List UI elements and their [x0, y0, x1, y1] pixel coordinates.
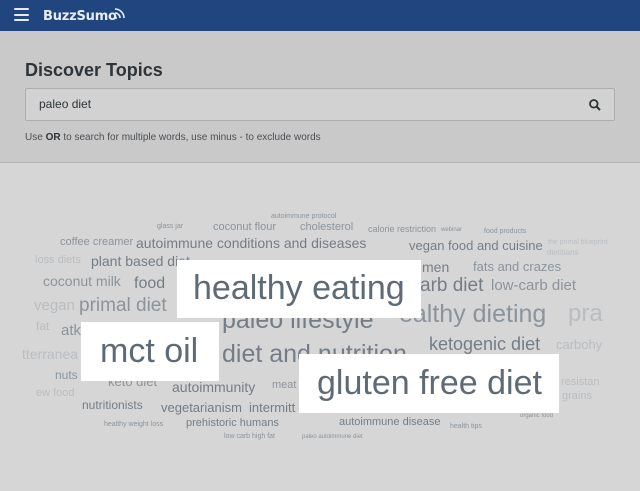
wifi-signal-icon	[114, 8, 125, 19]
cloud-word[interactable]: coffee creamer	[60, 237, 133, 248]
cloud-word[interactable]: ew food	[36, 388, 75, 399]
cloud-word[interactable]: fats and crazes	[473, 260, 561, 273]
cloud-word[interactable]: coconut flour	[213, 222, 276, 233]
search-icon[interactable]	[588, 98, 602, 112]
top-bar: BuzzSumo	[0, 0, 640, 31]
cloud-word[interactable]: autoimmunity	[172, 380, 255, 394]
cloud-word[interactable]: paleo autoimmune diet	[302, 434, 363, 440]
cloud-word[interactable]: vegan food and cuisine	[409, 239, 543, 252]
cloud-word[interactable]: carbohy	[556, 338, 602, 351]
cloud-word[interactable]: meat	[272, 380, 296, 391]
cloud-word[interactable]: primal diet	[79, 296, 167, 315]
search-box[interactable]	[25, 88, 615, 121]
logo-text: BuzzSumo	[43, 9, 117, 24]
cloud-word[interactable]: food	[134, 276, 165, 292]
cloud-word[interactable]: health tips	[450, 423, 482, 430]
buzzsumo-logo[interactable]: BuzzSumo	[43, 7, 125, 25]
cloud-word[interactable]: food products	[484, 228, 526, 235]
cloud-word[interactable]: calorie restriction	[368, 225, 436, 234]
cloud-word[interactable]: tterranea	[22, 347, 78, 361]
cloud-word[interactable]: dietitians	[547, 249, 579, 257]
cloud-word[interactable]: loss diets	[35, 255, 81, 266]
cloud-word[interactable]: nuts	[55, 369, 78, 381]
cloud-word[interactable]: the primal blueprint	[548, 239, 608, 246]
discover-topics-panel: Discover Topics Use OR to search for mul…	[0, 31, 640, 163]
cloud-word[interactable]: vegetarianism	[161, 401, 242, 414]
search-help-text: Use OR to search for multiple words, use…	[25, 132, 321, 143]
cloud-word[interactable]: plant based diet	[91, 254, 190, 268]
cloud-word[interactable]: atk	[61, 323, 81, 338]
cloud-word[interactable]: autoimmune protocol	[271, 213, 336, 220]
cloud-word[interactable]: fat	[36, 320, 49, 332]
cloud-word[interactable]: prehistoric humans	[186, 418, 279, 429]
cloud-word[interactable]: glass jar	[157, 223, 183, 230]
cloud-word[interactable]: coconut milk	[43, 274, 121, 288]
cloud-word[interactable]: ketogenic diet	[429, 335, 540, 353]
cloud-word[interactable]: autoimmune conditions and diseases	[136, 236, 366, 250]
cloud-word[interactable]: resistan	[561, 377, 600, 388]
cloud-word[interactable]: low-carb diet	[491, 278, 576, 293]
page-title: Discover Topics	[25, 60, 163, 80]
cloud-word[interactable]: intermitt	[249, 401, 295, 414]
topic-word-cloud: glass jar coconut flour autoimmune proto…	[0, 164, 640, 491]
cloud-word[interactable]: autoimmune disease	[339, 417, 441, 428]
menu-icon[interactable]	[14, 8, 29, 21]
cloud-word[interactable]: nutritionists	[82, 399, 143, 411]
cloud-word[interactable]: arb diet	[420, 276, 483, 295]
cloud-word[interactable]: men	[422, 260, 449, 274]
cloud-word[interactable]: vegan	[34, 298, 75, 313]
cloud-word[interactable]: low carb high fat	[224, 433, 275, 440]
cloud-word[interactable]: organic food	[520, 413, 553, 419]
highlight-mct-oil[interactable]: mct oil	[81, 322, 219, 381]
highlight-gluten-free-diet[interactable]: gluten free diet	[299, 354, 559, 413]
cloud-word[interactable]: pra	[568, 302, 603, 326]
cloud-word[interactable]: ealthy dieting	[399, 302, 546, 327]
cloud-word[interactable]: webinar	[441, 227, 462, 233]
cloud-word[interactable]: grains	[562, 391, 592, 402]
cloud-word[interactable]: healthy weight loss	[104, 421, 163, 428]
highlight-healthy-eating[interactable]: healthy eating	[177, 260, 421, 318]
search-input[interactable]	[39, 97, 579, 111]
cloud-word[interactable]: cholesterol	[300, 222, 353, 233]
